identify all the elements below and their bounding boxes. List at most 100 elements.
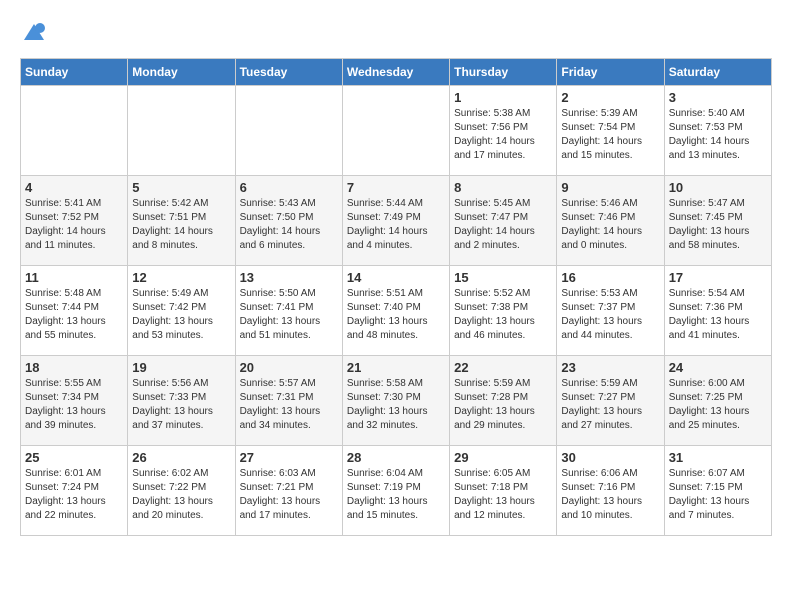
day-cell: 10Sunrise: 5:47 AM Sunset: 7:45 PM Dayli… bbox=[664, 176, 771, 266]
day-cell: 31 Sunrise: 6:07 AM Sunset: 7:15 PM Dayli… bbox=[664, 446, 771, 536]
day-info: Sunrise: 5:49 AM Sunset: 7:42 PM Dayligh… bbox=[132, 287, 230, 343]
day-number: 17 bbox=[669, 270, 767, 285]
day-cell: 14Sunrise: 5:51 AM Sunset: 7:40 PM Dayli… bbox=[342, 266, 449, 356]
day-info: Sunrise: 5:58 AM Sunset: 7:30 PM Dayligh… bbox=[347, 377, 445, 433]
header-row: SundayMondayTuesdayWednesdayThursdayFrid… bbox=[21, 59, 772, 86]
day-number: 4 bbox=[25, 180, 123, 195]
day-number: 24 bbox=[669, 360, 767, 375]
day-info: Sunrise: 6:01 AM Sunset: 7:24 PM Dayligh… bbox=[25, 467, 123, 523]
day-info: Sunrise: 5:54 AM Sunset: 7:36 PM Dayligh… bbox=[669, 287, 767, 343]
day-cell: 4 Sunrise: 5:41 AM Sunset: 7:52 PM Daylig… bbox=[21, 176, 128, 266]
calendar-table: SundayMondayTuesdayWednesdayThursdayFrid… bbox=[20, 58, 772, 536]
day-info: Sunrise: 6:04 AM Sunset: 7:19 PM Dayligh… bbox=[347, 467, 445, 523]
logo-icon bbox=[20, 20, 48, 48]
day-info: Sunrise: 5:48 AM Sunset: 7:44 PM Dayligh… bbox=[25, 287, 123, 343]
day-number: 22 bbox=[454, 360, 552, 375]
header-weekday-monday: Monday bbox=[128, 59, 235, 86]
day-info: Sunrise: 5:50 AM Sunset: 7:41 PM Dayligh… bbox=[240, 287, 338, 343]
day-number: 10 bbox=[669, 180, 767, 195]
day-number: 15 bbox=[454, 270, 552, 285]
day-number: 21 bbox=[347, 360, 445, 375]
day-cell: 15 Sunrise: 5:52 AM Sunset: 7:38 PM Dayli… bbox=[450, 266, 557, 356]
day-info: Sunrise: 5:53 AM Sunset: 7:37 PM Dayligh… bbox=[561, 287, 659, 343]
day-cell: 3 Sunrise: 5:40 AM Sunset: 7:53 PM Daylig… bbox=[664, 86, 771, 176]
day-number: 5 bbox=[132, 180, 230, 195]
day-cell: 21 Sunrise: 5:58 AM Sunset: 7:30 PM Dayli… bbox=[342, 356, 449, 446]
day-cell: 30 Sunrise: 6:06 AM Sunset: 7:16 PM Dayli… bbox=[557, 446, 664, 536]
day-info: Sunrise: 5:41 AM Sunset: 7:52 PM Dayligh… bbox=[25, 197, 123, 253]
day-info: Sunrise: 5:40 AM Sunset: 7:53 PM Dayligh… bbox=[669, 107, 767, 163]
day-info: Sunrise: 5:44 AM Sunset: 7:49 PM Dayligh… bbox=[347, 197, 445, 253]
day-cell: 27Sunrise: 6:03 AM Sunset: 7:21 PM Dayli… bbox=[235, 446, 342, 536]
day-number: 29 bbox=[454, 450, 552, 465]
day-number: 23 bbox=[561, 360, 659, 375]
day-info: Sunrise: 5:38 AM Sunset: 7:56 PM Dayligh… bbox=[454, 107, 552, 163]
day-number: 16 bbox=[561, 270, 659, 285]
header-weekday-thursday: Thursday bbox=[450, 59, 557, 86]
day-number: 28 bbox=[347, 450, 445, 465]
week-row-5: 25 Sunrise: 6:01 AM Sunset: 7:24 PM Dayli… bbox=[21, 446, 772, 536]
day-number: 20 bbox=[240, 360, 338, 375]
week-row-3: 11 Sunrise: 5:48 AM Sunset: 7:44 PM Dayli… bbox=[21, 266, 772, 356]
calendar-header: SundayMondayTuesdayWednesdayThursdayFrid… bbox=[21, 59, 772, 86]
day-cell: 17 Sunrise: 5:54 AM Sunset: 7:36 PM Dayli… bbox=[664, 266, 771, 356]
day-info: Sunrise: 5:39 AM Sunset: 7:54 PM Dayligh… bbox=[561, 107, 659, 163]
day-cell: 25 Sunrise: 6:01 AM Sunset: 7:24 PM Dayli… bbox=[21, 446, 128, 536]
day-info: Sunrise: 6:00 AM Sunset: 7:25 PM Dayligh… bbox=[669, 377, 767, 433]
day-number: 18 bbox=[25, 360, 123, 375]
day-cell: 18 Sunrise: 5:55 AM Sunset: 7:34 PM Dayli… bbox=[21, 356, 128, 446]
day-cell: 26 Sunrise: 6:02 AM Sunset: 7:22 PM Dayli… bbox=[128, 446, 235, 536]
header-weekday-wednesday: Wednesday bbox=[342, 59, 449, 86]
day-info: Sunrise: 6:02 AM Sunset: 7:22 PM Dayligh… bbox=[132, 467, 230, 523]
day-number: 9 bbox=[561, 180, 659, 195]
day-cell: 20Sunrise: 5:57 AM Sunset: 7:31 PM Dayli… bbox=[235, 356, 342, 446]
day-info: Sunrise: 5:55 AM Sunset: 7:34 PM Dayligh… bbox=[25, 377, 123, 433]
day-cell: 16 Sunrise: 5:53 AM Sunset: 7:37 PM Dayli… bbox=[557, 266, 664, 356]
day-cell: 19Sunrise: 5:56 AM Sunset: 7:33 PM Dayli… bbox=[128, 356, 235, 446]
day-cell: 1Sunrise: 5:38 AM Sunset: 7:56 PM Daylig… bbox=[450, 86, 557, 176]
day-cell bbox=[21, 86, 128, 176]
day-cell: 11 Sunrise: 5:48 AM Sunset: 7:44 PM Dayli… bbox=[21, 266, 128, 356]
header-weekday-saturday: Saturday bbox=[664, 59, 771, 86]
day-info: Sunrise: 5:43 AM Sunset: 7:50 PM Dayligh… bbox=[240, 197, 338, 253]
day-number: 7 bbox=[347, 180, 445, 195]
day-info: Sunrise: 5:42 AM Sunset: 7:51 PM Dayligh… bbox=[132, 197, 230, 253]
day-info: Sunrise: 5:59 AM Sunset: 7:28 PM Dayligh… bbox=[454, 377, 552, 433]
day-cell: 24 Sunrise: 6:00 AM Sunset: 7:25 PM Dayli… bbox=[664, 356, 771, 446]
logo bbox=[20, 20, 52, 48]
day-info: Sunrise: 6:07 AM Sunset: 7:15 PM Dayligh… bbox=[669, 467, 767, 523]
day-number: 30 bbox=[561, 450, 659, 465]
day-cell: 2 Sunrise: 5:39 AM Sunset: 7:54 PM Daylig… bbox=[557, 86, 664, 176]
day-cell: 6 Sunrise: 5:43 AM Sunset: 7:50 PM Daylig… bbox=[235, 176, 342, 266]
day-number: 27 bbox=[240, 450, 338, 465]
day-number: 2 bbox=[561, 90, 659, 105]
day-cell: 28 Sunrise: 6:04 AM Sunset: 7:19 PM Dayli… bbox=[342, 446, 449, 536]
header-weekday-sunday: Sunday bbox=[21, 59, 128, 86]
day-number: 25 bbox=[25, 450, 123, 465]
week-row-4: 18 Sunrise: 5:55 AM Sunset: 7:34 PM Dayli… bbox=[21, 356, 772, 446]
day-number: 3 bbox=[669, 90, 767, 105]
page-header bbox=[20, 20, 772, 48]
day-info: Sunrise: 5:45 AM Sunset: 7:47 PM Dayligh… bbox=[454, 197, 552, 253]
header-weekday-tuesday: Tuesday bbox=[235, 59, 342, 86]
day-cell: 23Sunrise: 5:59 AM Sunset: 7:27 PM Dayli… bbox=[557, 356, 664, 446]
day-number: 12 bbox=[132, 270, 230, 285]
day-number: 31 bbox=[669, 450, 767, 465]
day-info: Sunrise: 5:56 AM Sunset: 7:33 PM Dayligh… bbox=[132, 377, 230, 433]
day-cell: 5 Sunrise: 5:42 AM Sunset: 7:51 PM Daylig… bbox=[128, 176, 235, 266]
day-cell bbox=[235, 86, 342, 176]
calendar-body: 1Sunrise: 5:38 AM Sunset: 7:56 PM Daylig… bbox=[21, 86, 772, 536]
day-cell bbox=[128, 86, 235, 176]
day-number: 6 bbox=[240, 180, 338, 195]
day-number: 11 bbox=[25, 270, 123, 285]
day-info: Sunrise: 5:46 AM Sunset: 7:46 PM Dayligh… bbox=[561, 197, 659, 253]
day-info: Sunrise: 6:06 AM Sunset: 7:16 PM Dayligh… bbox=[561, 467, 659, 523]
week-row-2: 4 Sunrise: 5:41 AM Sunset: 7:52 PM Daylig… bbox=[21, 176, 772, 266]
week-row-1: 1Sunrise: 5:38 AM Sunset: 7:56 PM Daylig… bbox=[21, 86, 772, 176]
day-number: 26 bbox=[132, 450, 230, 465]
day-info: Sunrise: 5:52 AM Sunset: 7:38 PM Dayligh… bbox=[454, 287, 552, 343]
day-number: 14 bbox=[347, 270, 445, 285]
day-cell: 7 Sunrise: 5:44 AM Sunset: 7:49 PM Daylig… bbox=[342, 176, 449, 266]
day-cell: 22 Sunrise: 5:59 AM Sunset: 7:28 PM Dayli… bbox=[450, 356, 557, 446]
day-cell: 12 Sunrise: 5:49 AM Sunset: 7:42 PM Dayli… bbox=[128, 266, 235, 356]
